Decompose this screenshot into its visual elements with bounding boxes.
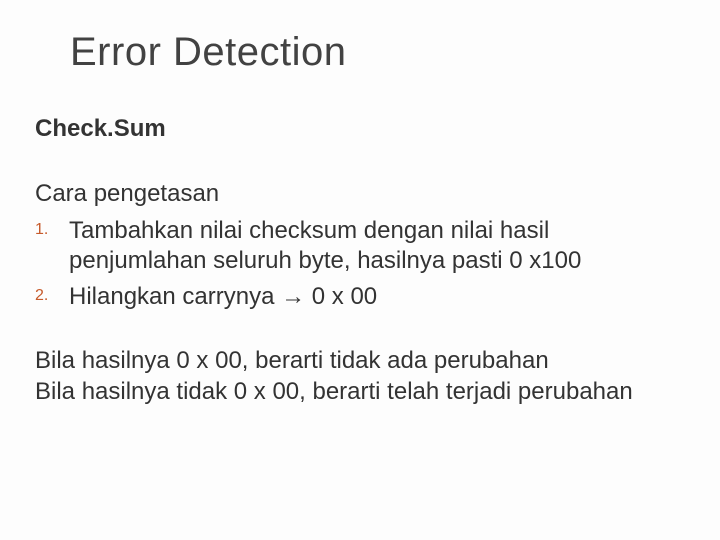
list-text: Tambahkan nilai checksum dengan nilai ha… (69, 216, 680, 276)
list-item: 2. Hilangkan carrynya → 0 x 00 (35, 282, 680, 312)
list-item: 1. Tambahkan nilai checksum dengan nilai… (35, 216, 680, 276)
conclusion-line: Bila hasilnya 0 x 00, berarti tidak ada … (35, 345, 680, 376)
ordered-list: 1. Tambahkan nilai checksum dengan nilai… (35, 210, 680, 312)
slide-title: Error Detection (70, 30, 346, 75)
slide: Error Detection Check.Sum Cara pengetasa… (0, 0, 720, 540)
list-number: 1. (35, 216, 69, 239)
list-number: 2. (35, 282, 69, 305)
slide-subtitle: Check.Sum (35, 115, 166, 143)
conclusion-line: Bila hasilnya tidak 0 x 00, berarti tela… (35, 376, 680, 407)
list-text: Hilangkan carrynya → 0 x 00 (69, 282, 377, 312)
section-label: Cara pengetasan (35, 180, 219, 208)
conclusion-block: Bila hasilnya 0 x 00, berarti tidak ada … (35, 345, 680, 407)
